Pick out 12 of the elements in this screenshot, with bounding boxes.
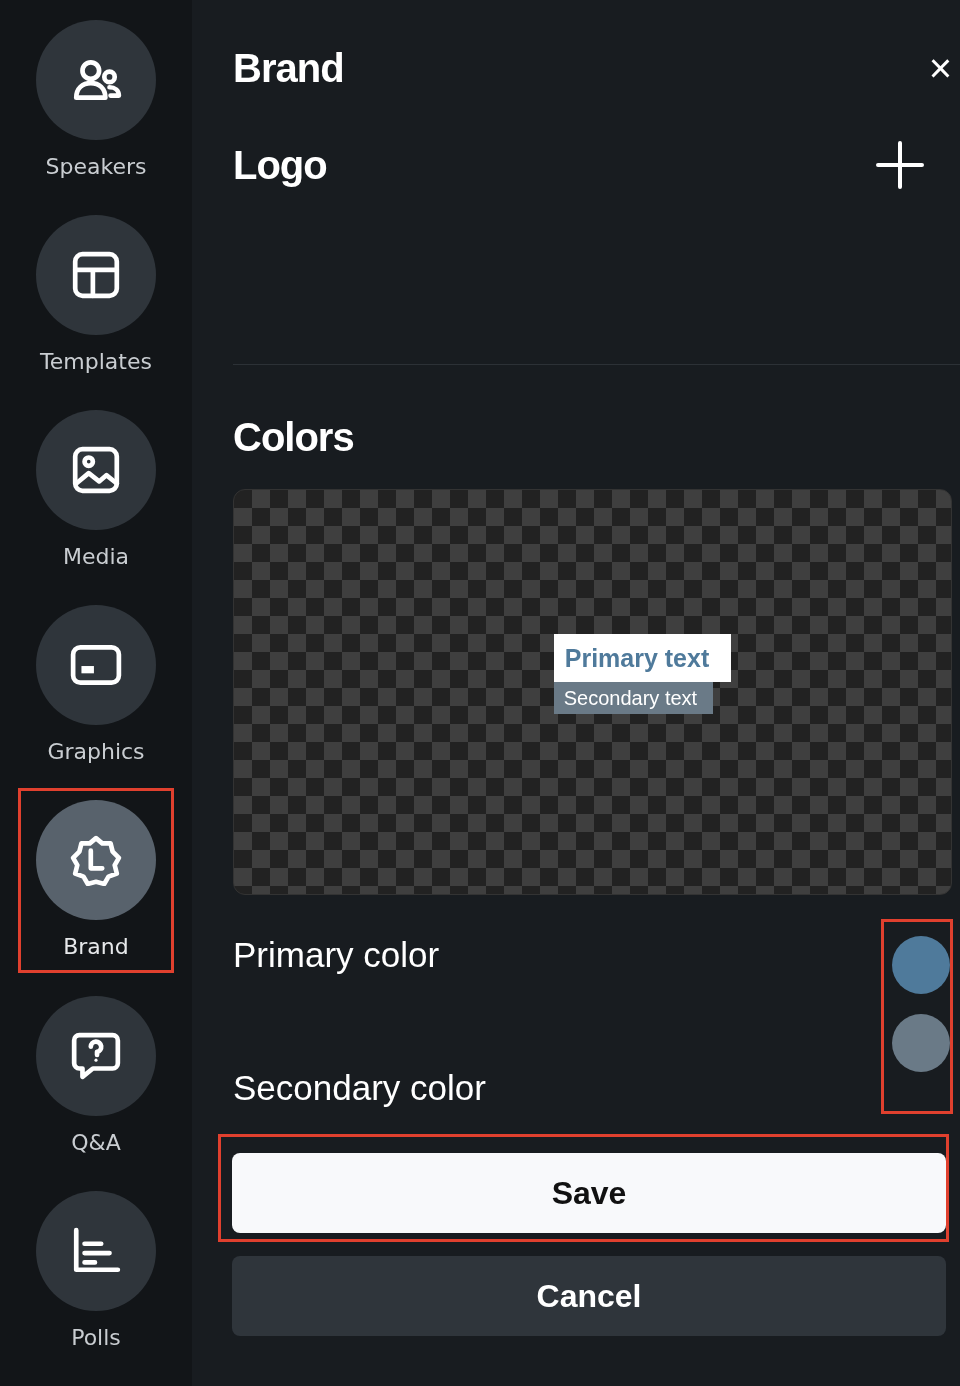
panel-title: Brand (233, 44, 344, 92)
primary-text-sample: Primary text (553, 634, 732, 682)
secondary-text-sample: Secondary text (553, 681, 714, 714)
color-label: Primary color (233, 934, 441, 976)
section-heading: Colors (233, 414, 355, 461)
save-button[interactable]: Save (232, 1153, 946, 1233)
color-label: Secondary color (233, 1066, 486, 1109)
cancel-button[interactable]: Cancel (232, 1256, 946, 1336)
section-heading: Logo (233, 142, 327, 189)
badge-icon (70, 834, 122, 887)
close-button[interactable]: × (920, 47, 960, 88)
color-swatch[interactable] (892, 936, 950, 994)
